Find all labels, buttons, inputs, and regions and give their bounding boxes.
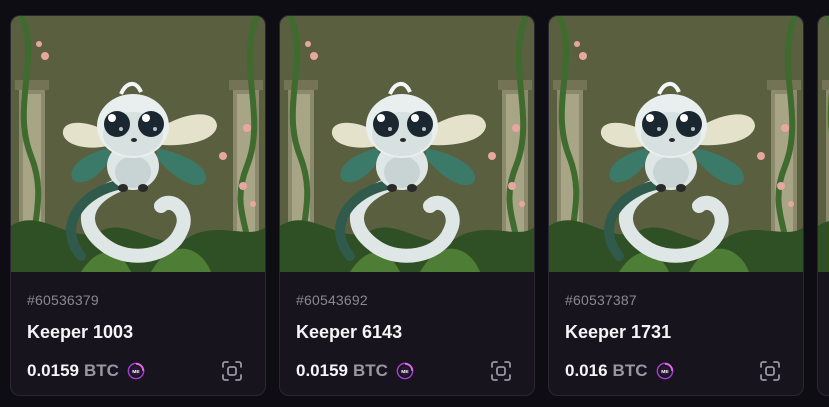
price-row: 0.016 BTC [565, 360, 674, 382]
scan-icon [489, 359, 513, 383]
price-value: 0.0159 [296, 361, 348, 380]
nft-card[interactable]: #60536379 Keeper 1003 0.0159 BTC [10, 15, 266, 396]
item-name: Keeper 6143 [296, 322, 403, 342]
scan-button[interactable] [755, 356, 785, 386]
price-value: 0.016 [565, 361, 608, 380]
card-details: #60543692 Keeper 6143 0.0159 BTC [296, 272, 518, 396]
magic-eden-icon [127, 362, 145, 380]
scan-button[interactable] [486, 356, 516, 386]
collection-grid: #60536379 Keeper 1003 0.0159 BTC #605436… [10, 15, 829, 397]
inscription-number: #60536379 [27, 292, 99, 308]
price-row: 0.0159 BTC [27, 360, 145, 382]
item-name: Keeper 1003 [27, 322, 134, 342]
nft-artwork-image[interactable] [280, 16, 535, 272]
card-details: #60536379 Keeper 1003 0.0159 BTC [27, 272, 249, 396]
magic-eden-icon [396, 362, 414, 380]
nft-card-partial[interactable] [817, 15, 829, 396]
nft-card[interactable]: #60543692 Keeper 6143 0.0159 BTC [279, 15, 535, 396]
price-currency: BTC [612, 361, 648, 380]
nft-artwork-image[interactable] [818, 16, 829, 272]
inscription-number: #60537387 [565, 292, 637, 308]
nft-artwork-image[interactable] [11, 16, 266, 272]
item-name: Keeper 1731 [565, 322, 672, 342]
scan-icon [758, 359, 782, 383]
inscription-number: #60543692 [296, 292, 368, 308]
price-currency: BTC [84, 361, 119, 380]
scan-icon [220, 359, 244, 383]
card-details: #60537387 Keeper 1731 0.016 BTC [565, 272, 787, 396]
nft-card[interactable]: #60537387 Keeper 1731 0.016 BTC [548, 15, 804, 396]
nft-artwork-image[interactable] [549, 16, 804, 272]
price-row: 0.0159 BTC [296, 360, 414, 382]
price-value: 0.0159 [27, 361, 79, 380]
magic-eden-icon [656, 362, 674, 380]
price-currency: BTC [353, 361, 388, 380]
scan-button[interactable] [217, 356, 247, 386]
